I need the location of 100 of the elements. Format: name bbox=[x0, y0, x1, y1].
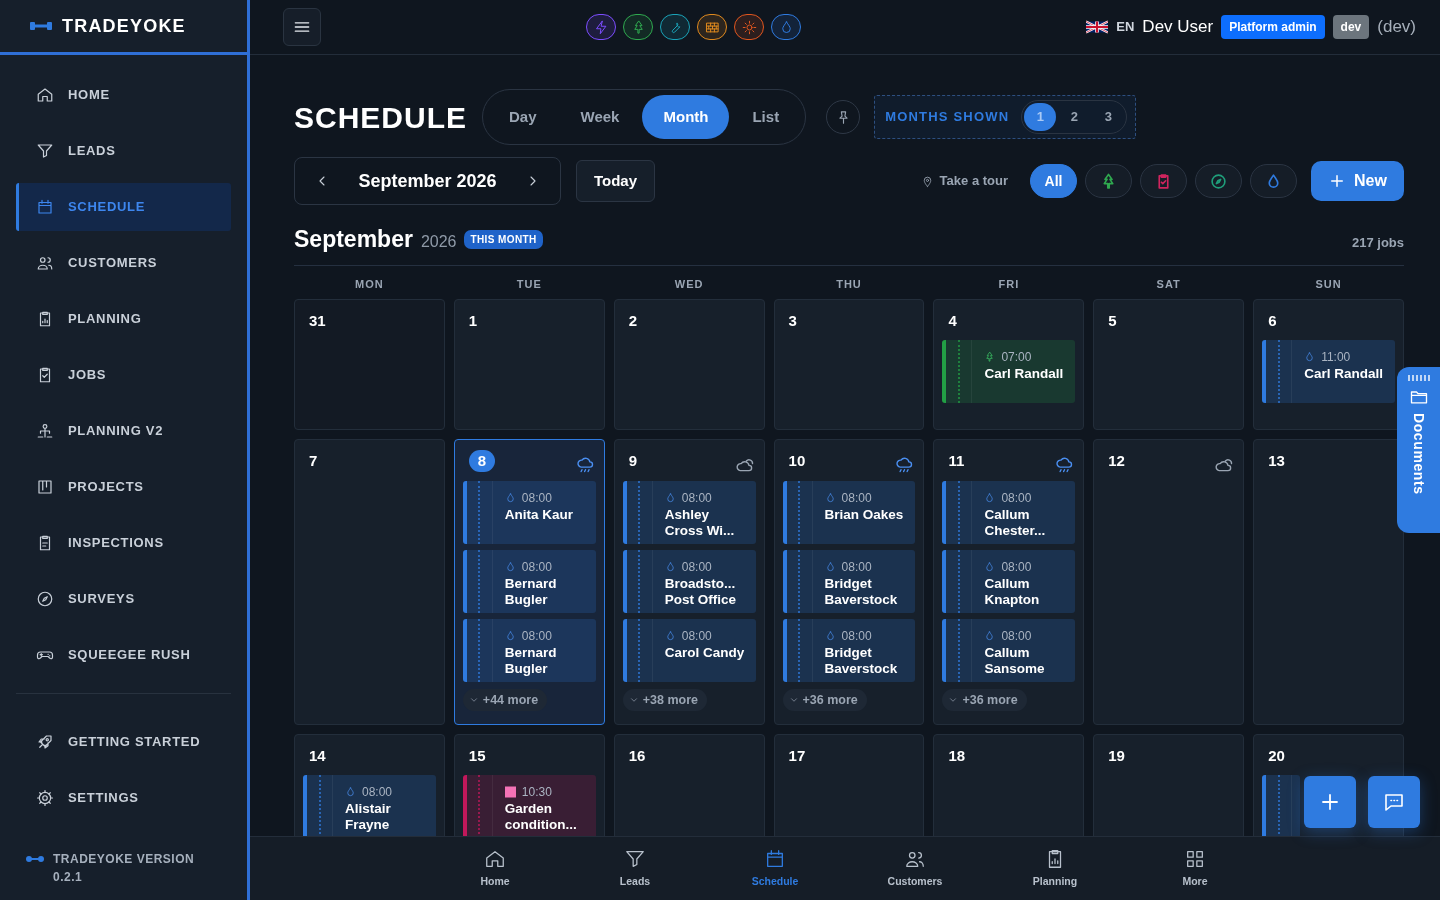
day-cell[interactable]: 1 bbox=[453, 299, 605, 430]
day-number: 16 bbox=[628, 746, 646, 766]
day-cell[interactable]: 9 08:00 Ashley Cross Wi... 08:00 Broadsto... Post Office 08:00 Carol Candy +38 more bbox=[613, 439, 765, 725]
user-name[interactable]: Dev User bbox=[1142, 14, 1214, 40]
job-count: 217 jobs bbox=[1351, 234, 1404, 252]
day-cell[interactable]: 8 08:00 Anita Kaur 08:00 Bernard Bugler 08:00 Bernard Bugler +44 more bbox=[453, 439, 605, 725]
day-number: 8 bbox=[468, 450, 496, 472]
sidebar-item[interactable]: JOBS bbox=[16, 351, 231, 399]
sidebar-item[interactable]: PLANNING bbox=[16, 295, 231, 343]
view-tab[interactable]: Day bbox=[488, 95, 558, 139]
documents-tab[interactable]: Documents bbox=[1397, 367, 1440, 533]
month-name: September bbox=[294, 225, 413, 254]
bottom-nav-item[interactable]: Leads bbox=[565, 837, 705, 900]
bottom-nav-item[interactable]: Planning bbox=[985, 837, 1125, 900]
tour-link[interactable]: Take a tour bbox=[920, 171, 1008, 191]
job-card[interactable]: 08:00 Bernard Bugler bbox=[462, 550, 596, 614]
day-number: 1 bbox=[468, 311, 478, 331]
page-title: SCHEDULE bbox=[294, 99, 467, 136]
customer-name: Bernard Bugler bbox=[504, 645, 558, 677]
job-card[interactable]: 08:00 Alistair Frayne bbox=[303, 775, 436, 836]
role-badge: Platform admin bbox=[1221, 15, 1325, 39]
sidebar-item[interactable]: LEADS bbox=[16, 127, 231, 175]
sidebar-item[interactable]: SURVEYS bbox=[16, 575, 231, 623]
job-card[interactable]: 08:00 Callum Chester... bbox=[942, 481, 1076, 545]
job-time: 08:00 bbox=[521, 559, 552, 576]
day-number: 4 bbox=[948, 311, 957, 331]
weekday-label: FRI bbox=[997, 276, 1021, 292]
job-type-filter[interactable]: All bbox=[1030, 164, 1077, 198]
job-card[interactable]: 08:00 Broadsto... Post Office bbox=[622, 550, 756, 614]
more-jobs-button[interactable]: +36 more bbox=[942, 688, 1027, 712]
day-cell[interactable]: 15 10:30 Garden condition... bbox=[453, 734, 605, 836]
day-number: 6 bbox=[1268, 311, 1277, 331]
job-time: 08:00 bbox=[1001, 628, 1032, 646]
more-jobs-button[interactable]: +36 more bbox=[782, 688, 867, 712]
job-card[interactable]: 08:00 Anita Kaur bbox=[462, 481, 596, 544]
day-cell[interactable]: 4 07:00 Carl Randall bbox=[933, 299, 1085, 430]
sidebar-item[interactable]: PLANNING V2 bbox=[16, 407, 231, 455]
day-cell[interactable]: 14 08:00 Alistair Frayne bbox=[294, 734, 445, 836]
bottom-nav-item[interactable]: Home bbox=[425, 837, 565, 900]
job-time: 08:00 bbox=[521, 628, 552, 646]
sidebar-item[interactable]: SQUEEGEE RUSH bbox=[16, 631, 231, 679]
day-cell[interactable]: 19 bbox=[1093, 734, 1245, 836]
day-cell[interactable]: 2 bbox=[613, 299, 765, 430]
day-cell[interactable]: 11 08:00 Callum Chester... 08:00 Callum Knapton 08:00 Callum Sansome +36 more bbox=[933, 439, 1085, 725]
view-tab[interactable]: Month bbox=[642, 95, 730, 139]
job-card[interactable]: 08:00 Bridget Baverstock bbox=[782, 619, 916, 683]
weekday-label: THU bbox=[835, 276, 863, 292]
job-card[interactable]: 07:00 Carl Randall bbox=[942, 340, 1076, 403]
job-card[interactable]: 08:00 Callum Knapton bbox=[942, 550, 1076, 614]
today-button[interactable]: Today bbox=[576, 160, 656, 202]
day-cell[interactable]: 7 bbox=[294, 439, 445, 725]
sidebar-item[interactable]: SETTINGS bbox=[16, 774, 231, 822]
day-cell[interactable]: 13 bbox=[1253, 439, 1404, 725]
day-number: 11 bbox=[948, 451, 965, 471]
new-button[interactable]: New bbox=[1311, 161, 1404, 201]
bottom-nav-item[interactable]: Schedule bbox=[705, 837, 845, 900]
job-card[interactable]: 08:00 Ashley Cross Wi... bbox=[622, 481, 756, 545]
job-card[interactable]: 11:00 Carl Randall bbox=[1262, 340, 1395, 403]
job-time: 08:00 bbox=[681, 628, 712, 646]
view-tab[interactable]: Week bbox=[559, 95, 641, 139]
day-cell[interactable]: 18 bbox=[933, 734, 1085, 836]
sidebar-item[interactable]: HOME bbox=[16, 71, 231, 119]
environment-note: (dev) bbox=[1377, 16, 1416, 39]
day-number: 2 bbox=[628, 311, 638, 331]
sidebar-item[interactable]: SCHEDULE bbox=[16, 183, 231, 231]
weekday-label: WED bbox=[673, 276, 705, 292]
day-cell[interactable]: 17 bbox=[773, 734, 925, 836]
job-time: 07:00 bbox=[1001, 349, 1032, 366]
view-tab[interactable]: List bbox=[731, 95, 801, 139]
day-cell[interactable]: 12 bbox=[1093, 439, 1245, 725]
job-card[interactable]: 08:00 Brian Oakes bbox=[782, 481, 916, 544]
bottom-nav-item[interactable]: Customers bbox=[845, 837, 985, 900]
job-card[interactable]: 08:00 Bernard Bugler bbox=[462, 619, 596, 683]
day-number: 19 bbox=[1108, 746, 1125, 766]
version-label: TRADEYOKE VERSION bbox=[53, 851, 195, 868]
job-time: 08:00 bbox=[841, 628, 872, 646]
job-card[interactable]: 08:00 Bridget Baverstock bbox=[782, 550, 916, 614]
sidebar-item[interactable]: CUSTOMERS bbox=[16, 239, 231, 287]
day-cell[interactable]: 31 bbox=[294, 299, 445, 430]
language-code[interactable]: EN bbox=[1116, 17, 1135, 37]
day-cell[interactable]: 16 bbox=[613, 734, 765, 836]
day-number: 3 bbox=[788, 311, 797, 331]
months-option[interactable]: 3 bbox=[1092, 103, 1125, 131]
more-jobs-button[interactable]: +44 more bbox=[462, 688, 548, 712]
day-cell[interactable]: 10 08:00 Brian Oakes 08:00 Bridget Baverstock 08:00 Bridget Baverstock +36 more bbox=[773, 439, 925, 725]
weekday-label: MON bbox=[354, 276, 385, 292]
day-cell[interactable]: 3 bbox=[773, 299, 925, 430]
job-card[interactable]: 08:00 Carol Candy bbox=[622, 619, 756, 683]
day-cell[interactable]: 5 bbox=[1093, 299, 1245, 430]
months-option[interactable]: 2 bbox=[1058, 103, 1091, 131]
more-jobs-button[interactable]: +38 more bbox=[622, 688, 707, 712]
day-number: 9 bbox=[628, 451, 638, 471]
sidebar-item[interactable]: INSPECTIONS bbox=[16, 519, 231, 567]
day-cell[interactable]: 6 11:00 Carl Randall bbox=[1253, 299, 1404, 430]
sidebar-item[interactable]: PROJECTS bbox=[16, 463, 231, 511]
bottom-nav-item[interactable]: More bbox=[1125, 837, 1265, 900]
job-card[interactable]: 08:00 Callum Sansome bbox=[942, 619, 1076, 683]
sidebar-item[interactable]: GETTING STARTED bbox=[16, 718, 231, 766]
job-time: 08:00 bbox=[362, 784, 393, 801]
job-card[interactable]: 10:30 Garden condition... bbox=[462, 775, 596, 836]
